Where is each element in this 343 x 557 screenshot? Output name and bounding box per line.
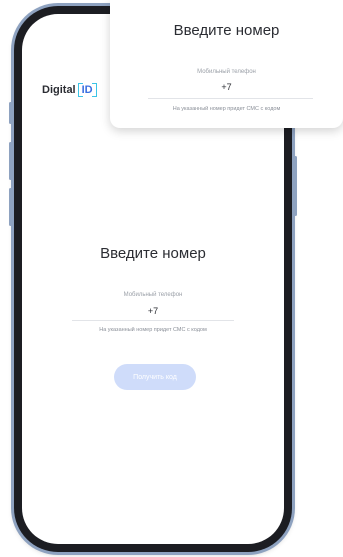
sms-hint: На указанный номер придет СМС с кодом <box>99 327 207 333</box>
phone-input-underline <box>72 320 234 321</box>
phone-side-button-left <box>9 142 12 180</box>
phone-input[interactable]: +7 <box>22 306 284 316</box>
phone-side-button-left <box>9 188 12 226</box>
phone-side-button-right <box>294 156 297 216</box>
phone-field-label: Мобильный телефон <box>123 292 183 298</box>
phone-side-button-left <box>9 102 12 124</box>
callout-phone-underline <box>148 98 313 99</box>
zoom-callout-card: Введите номер Мобильный телефон +7 На ук… <box>110 0 343 128</box>
callout-sms-hint: На указанный номер придет СМС с кодом <box>172 106 281 112</box>
get-code-button[interactable]: Получить код <box>114 364 196 390</box>
logo-badge: ID <box>77 83 97 97</box>
callout-title: Введите номер <box>173 22 280 39</box>
logo-text: Digital <box>42 84 76 96</box>
callout-phone-label: Мобильный телефон <box>197 69 256 75</box>
brand-logo: Digital ID <box>42 83 97 97</box>
callout-phone-input[interactable]: +7 <box>110 82 343 92</box>
page-title: Введите номер <box>100 245 206 262</box>
